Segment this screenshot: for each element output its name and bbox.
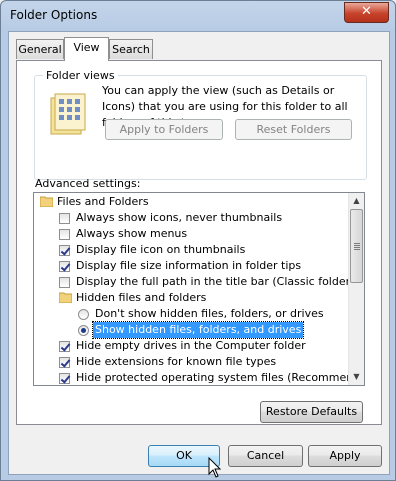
grip-line	[354, 247, 360, 248]
tab-general-label: General	[18, 43, 62, 56]
checkbox-checked[interactable]	[59, 357, 70, 368]
tree-item-label: Files and Folders	[57, 195, 149, 208]
apply-button[interactable]: Apply	[308, 445, 382, 467]
mouse-pointer-icon	[208, 457, 222, 478]
folder-icon	[40, 196, 53, 207]
option-label: Display the full path in the title bar (…	[76, 275, 365, 288]
option-label: Hide extensions for known file types	[76, 355, 277, 368]
grip-line	[354, 245, 360, 246]
radio-selected[interactable]	[78, 325, 89, 336]
option-label: Display file icon on thumbnails	[76, 243, 246, 256]
cancel-button[interactable]: Cancel	[228, 445, 303, 467]
tree-item-label: Hidden files and folders	[76, 291, 207, 304]
option-label: Display file size information in folder …	[76, 259, 302, 272]
checkbox-unchecked[interactable]	[59, 277, 70, 288]
vertical-scrollbar[interactable]: ▲ ▼	[348, 193, 364, 385]
folder-options-window: Folder Options ✕ General View Search Fol…	[0, 0, 396, 481]
close-button[interactable]: ✕	[344, 2, 389, 23]
dialog-body: General View Search Folder views You can…	[8, 31, 390, 475]
window-title: Folder Options	[10, 8, 98, 22]
folder-views-heading: Folder views	[43, 69, 118, 82]
option-label: Hide protected operating system files (R…	[76, 371, 365, 384]
apply-to-folders-button[interactable]: Apply to Folders	[105, 119, 223, 140]
scrollbar-thumb[interactable]	[350, 209, 363, 283]
folder-icon	[59, 292, 72, 303]
tab-view-label: View	[73, 41, 100, 54]
checkbox-checked[interactable]	[59, 261, 70, 272]
tab-search-label: Search	[112, 43, 150, 56]
option-label: Hide empty drives in the Computer folder	[76, 339, 306, 352]
option-label: Always show menus	[76, 227, 188, 240]
folder-views-icon	[50, 93, 86, 135]
tab-search[interactable]: Search	[109, 39, 153, 59]
tab-general[interactable]: General	[16, 39, 64, 59]
grip-line	[354, 243, 360, 244]
checkbox-checked[interactable]	[59, 245, 70, 256]
checkbox-unchecked[interactable]	[59, 213, 70, 224]
option-label: Always show icons, never thumbnails	[76, 211, 283, 224]
option-label-selected: Show hidden files, folders, and drives	[91, 321, 305, 339]
reset-folders-button[interactable]: Reset Folders	[235, 119, 352, 140]
scroll-down-arrow-icon[interactable]: ▼	[349, 369, 364, 385]
option-label: Don't show hidden files, folders, or dri…	[95, 307, 324, 320]
close-icon: ✕	[361, 4, 372, 19]
radio-unselected[interactable]	[78, 309, 89, 320]
restore-defaults-button[interactable]: Restore Defaults	[260, 401, 363, 423]
advanced-settings-heading: Advanced settings:	[35, 177, 141, 190]
checkbox-checked[interactable]	[59, 341, 70, 352]
advanced-settings-list[interactable]: Files and Folders Always show icons, nev…	[33, 192, 365, 386]
checkbox-checked[interactable]	[59, 373, 70, 384]
tab-view[interactable]: View	[64, 37, 109, 61]
title-bar[interactable]: Folder Options ✕	[1, 1, 395, 31]
checkbox-unchecked[interactable]	[59, 229, 70, 240]
scroll-up-arrow-icon[interactable]: ▲	[349, 193, 364, 209]
grip-line	[354, 249, 360, 250]
